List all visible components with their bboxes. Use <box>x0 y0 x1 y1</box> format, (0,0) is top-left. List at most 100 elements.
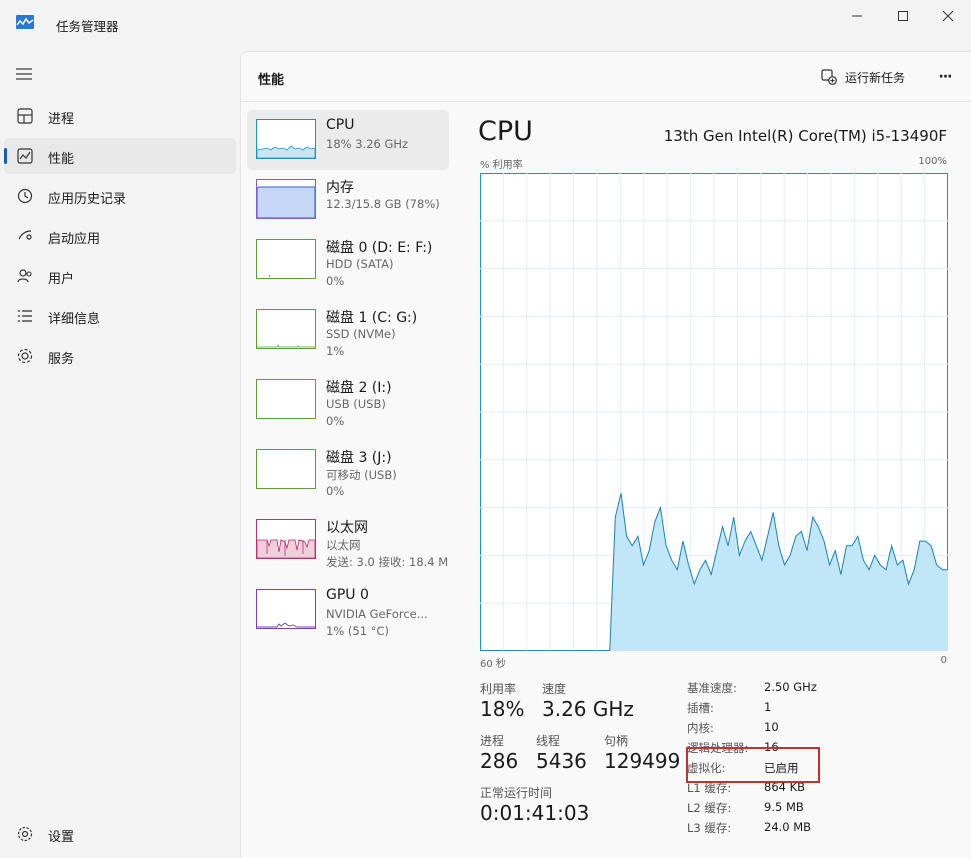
maximize-icon <box>898 11 908 21</box>
device-sub: 可移动 (USB) <box>326 468 397 482</box>
disk-0-thumbnail <box>256 239 316 279</box>
run-new-task-label: 运行新任务 <box>845 70 906 85</box>
device-sub: NVIDIA GeForce... <box>326 607 428 621</box>
spec-value: 24.0 MB <box>764 820 812 834</box>
sidebar-item-performance[interactable]: 性能 <box>4 138 236 174</box>
uptime-value: 0:01:41:03 <box>480 801 590 825</box>
main-panel: 性能 运行新任务 ··· CPU 18% 3.26 GHz 内存 12.3/15… <box>240 51 971 858</box>
sidebar-item-label: 应用历史记录 <box>48 192 127 207</box>
device-usage: 1% (51 °C) <box>326 624 389 638</box>
device-disk-0[interactable]: 磁盘 0 (D: E: F:) HDD (SATA) 0% <box>247 230 449 290</box>
speed-label: 速度 <box>542 682 567 696</box>
uptime-label: 正常运行时间 <box>480 786 553 800</box>
device-sub: SSD (NVMe) <box>326 327 396 341</box>
hamburger-menu-icon[interactable] <box>14 66 34 82</box>
app-title: 任务管理器 <box>56 19 119 34</box>
page-title: 性能 <box>258 73 285 88</box>
spec-value: 9.5 MB <box>764 800 804 814</box>
sidebar-item-processes[interactable]: 进程 <box>4 98 236 134</box>
device-sub: USB (USB) <box>326 397 386 411</box>
services-icon <box>17 348 33 364</box>
sidebar-item-details[interactable]: 详细信息 <box>4 298 236 334</box>
spec-key: 基准速度: <box>687 681 737 695</box>
device-sub: HDD (SATA) <box>326 257 394 271</box>
main-header: 性能 运行新任务 ··· <box>241 52 971 102</box>
device-name: 内存 <box>326 180 354 196</box>
graph-y-max: 100% <box>918 156 947 167</box>
sidebar-item-settings[interactable]: 设置 <box>4 816 236 852</box>
task-manager-icon <box>16 15 34 29</box>
spec-value: 10 <box>764 720 779 734</box>
device-name: 磁盘 2 (I:) <box>326 380 392 396</box>
active-indicator <box>4 148 7 164</box>
handles-label: 句柄 <box>604 734 629 748</box>
device-name: 磁盘 0 (D: E: F:) <box>326 240 433 256</box>
device-usage: 0% <box>326 274 345 288</box>
device-disk-2[interactable]: 磁盘 2 (I:) USB (USB) 0% <box>247 370 449 430</box>
close-icon <box>943 11 953 21</box>
more-options-button[interactable]: ··· <box>933 66 957 88</box>
settings-label: 设置 <box>48 830 75 845</box>
device-sub: 18% 3.26 GHz <box>326 137 409 151</box>
cpu-thumbnail <box>256 119 316 159</box>
gear-icon <box>17 826 33 842</box>
spec-key: L3 缓存: <box>687 821 732 835</box>
device-sub: 以太网 <box>326 538 361 552</box>
maximize-button[interactable] <box>880 0 926 32</box>
device-disk-1[interactable]: 磁盘 1 (C: G:) SSD (NVMe) 1% <box>247 300 449 360</box>
device-ethernet[interactable]: 以太网 以太网 发送: 3.0 接收: 18.4 M <box>247 510 449 570</box>
sidebar-item-label: 进程 <box>48 112 75 127</box>
sidebar-item-app-history[interactable]: 应用历史记录 <box>4 178 236 214</box>
device-usage: 1% <box>326 344 345 358</box>
sidebar-item-services[interactable]: 服务 <box>4 338 236 374</box>
performance-icon <box>17 148 33 164</box>
device-name: 磁盘 1 (C: G:) <box>326 310 418 326</box>
device-name: 磁盘 3 (J:) <box>326 450 392 466</box>
title-bar: 任务管理器 <box>0 0 971 48</box>
minimize-icon <box>852 15 862 17</box>
cpu-utilization-graph <box>480 173 948 651</box>
disk-2-thumbnail <box>256 379 316 419</box>
details-icon <box>18 310 32 322</box>
detail-title: CPU <box>478 116 533 147</box>
more-icon: ··· <box>938 69 953 85</box>
threads-label: 线程 <box>536 734 561 748</box>
speed-value: 3.26 GHz <box>542 697 634 721</box>
processes-label: 进程 <box>480 734 505 748</box>
sidebar-item-label: 启动应用 <box>48 232 101 247</box>
minimize-button[interactable] <box>834 0 880 32</box>
processes-value: 286 <box>480 749 519 773</box>
graph-x-right: 0 <box>940 655 947 666</box>
ethernet-mini-graph <box>257 539 315 558</box>
run-new-task-button[interactable]: 运行新任务 <box>821 66 905 88</box>
spec-value: 2.50 GHz <box>764 680 817 694</box>
users-icon <box>17 269 32 283</box>
device-name: 以太网 <box>326 520 368 536</box>
sidebar-item-users[interactable]: 用户 <box>4 258 236 294</box>
device-name: CPU <box>326 117 355 133</box>
device-name: GPU 0 <box>326 587 369 603</box>
history-icon <box>17 188 33 204</box>
spec-value: 1 <box>764 700 772 714</box>
device-usage: 0% <box>326 414 345 428</box>
sidebar-item-startup[interactable]: 启动应用 <box>4 218 236 254</box>
cpu-mini-graph <box>257 145 315 158</box>
device-sub: 12.3/15.8 GB (78%) <box>326 197 440 211</box>
spec-key: 内核: <box>687 721 714 735</box>
graph-x-left: 60 秒 <box>480 659 506 670</box>
device-memory[interactable]: 内存 12.3/15.8 GB (78%) <box>247 170 449 230</box>
device-disk-3[interactable]: 磁盘 3 (J:) 可移动 (USB) 0% <box>247 440 449 500</box>
memory-mini-graph <box>257 186 315 218</box>
utilization-label: 利用率 <box>480 682 517 696</box>
sidebar-item-label: 服务 <box>48 352 75 367</box>
ethernet-thumbnail <box>256 519 316 559</box>
sidebar-item-label: 性能 <box>48 152 75 167</box>
sidebar-item-label: 用户 <box>48 272 75 287</box>
device-gpu-0[interactable]: GPU 0 NVIDIA GeForce... 1% (51 °C) <box>247 580 449 640</box>
device-cpu[interactable]: CPU 18% 3.26 GHz <box>247 110 449 170</box>
disk-1-thumbnail <box>256 309 316 349</box>
close-button[interactable] <box>925 0 971 32</box>
spec-key: L2 缓存: <box>687 801 732 815</box>
device-usage: 发送: 3.0 接收: 18.4 M <box>326 555 449 569</box>
processes-icon <box>17 108 33 124</box>
